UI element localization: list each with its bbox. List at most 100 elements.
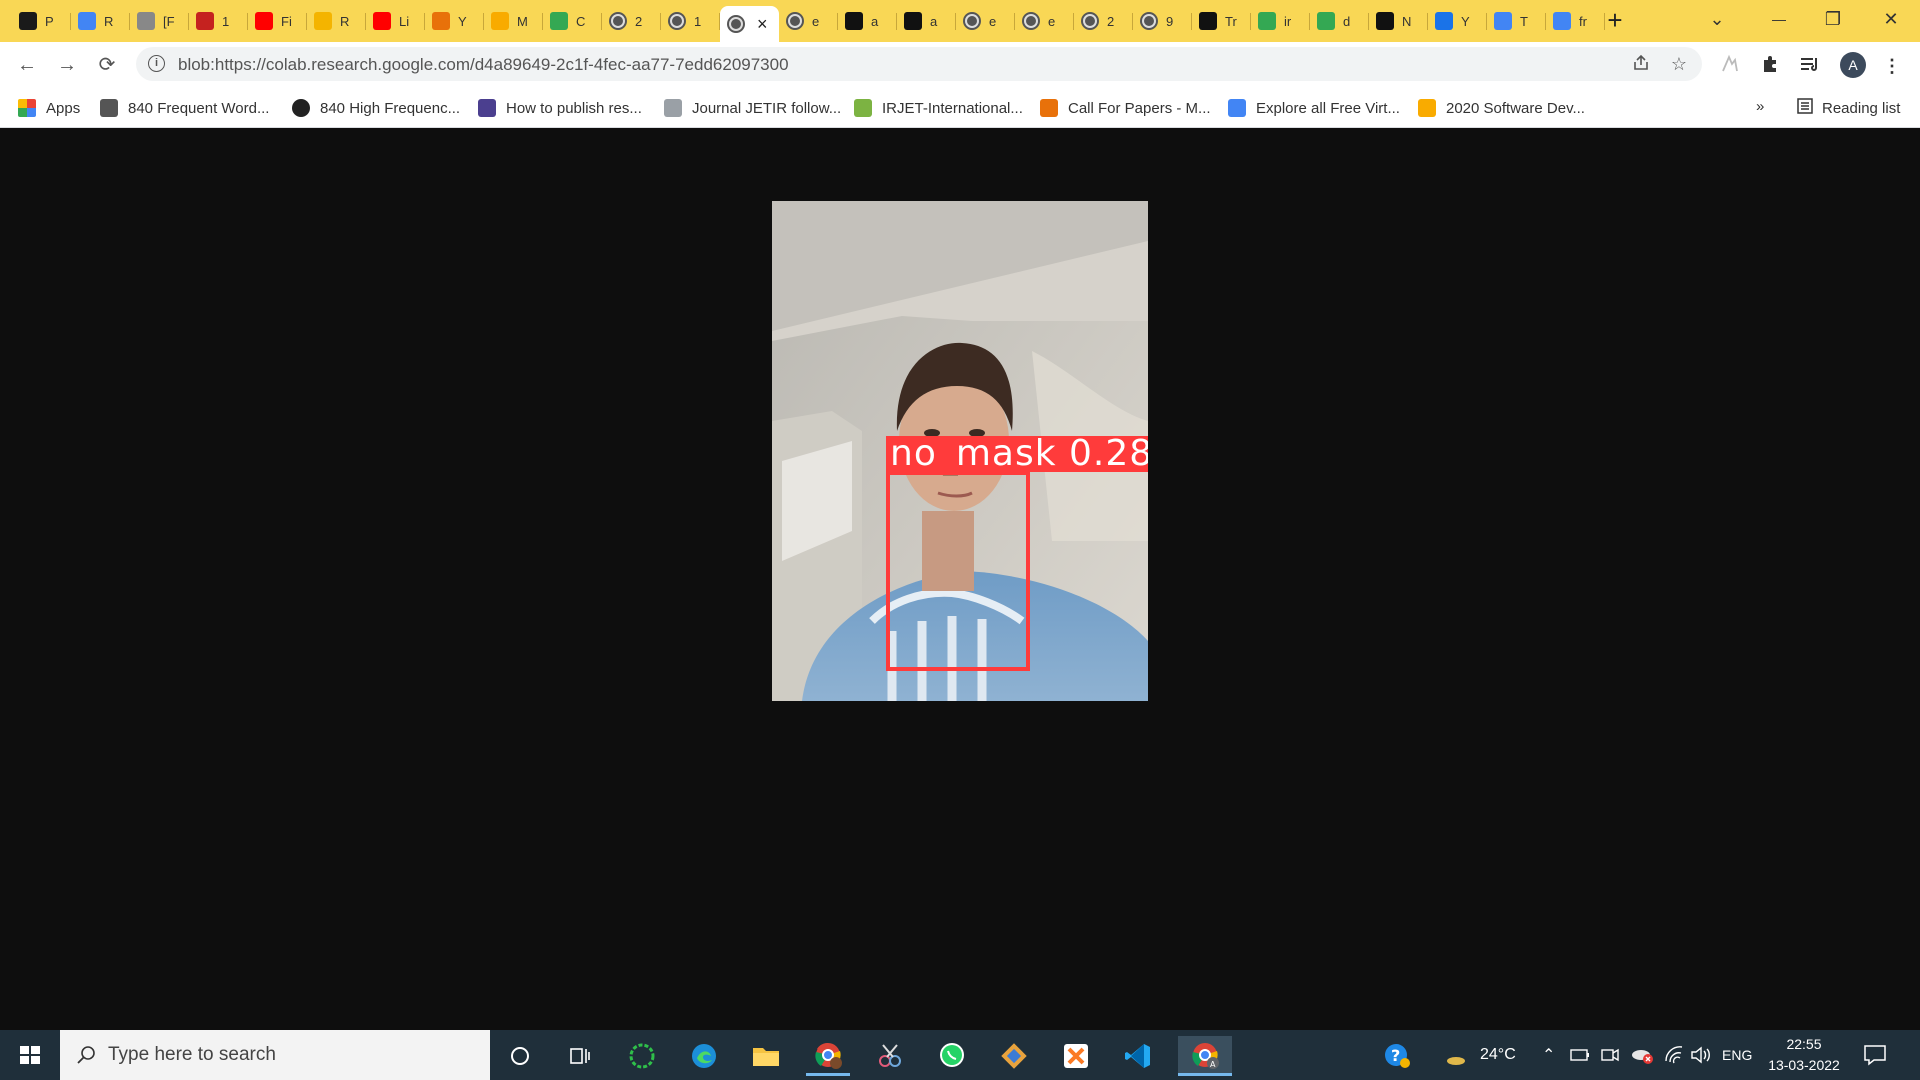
tab-title: Li [399,13,410,29]
browser-tab[interactable]: R [71,6,130,36]
browser-tab[interactable]: Tr [1192,6,1251,36]
browser-tab[interactable]: P [12,6,71,36]
help-tray-icon[interactable]: ? [1382,1030,1412,1080]
forward-button[interactable]: → [52,50,82,80]
tab-title: C [576,13,586,29]
browser-tab[interactable]: [F [130,6,189,36]
reader-icon[interactable] [1718,54,1742,78]
tab-title: a [930,13,938,29]
cortana-button[interactable] [498,1036,542,1076]
reload-button[interactable]: ⟳ [92,50,122,80]
taskbar-app-whatsapp[interactable] [930,1036,974,1076]
browser-tab[interactable]: 1 [189,6,248,36]
minimize-button[interactable]: — [1756,0,1802,40]
weather-widget[interactable]: 24°C [1444,1030,1516,1080]
whatsapp-icon [940,1043,964,1067]
browser-tab[interactable]: e [1015,6,1074,36]
browser-tab[interactable]: 2 [1074,6,1133,36]
browser-tab[interactable]: R [307,6,366,36]
taskbar-clock[interactable]: 22:55 13-03-2022 [1762,1034,1846,1076]
bookmark-label: How to publish res... [506,99,642,117]
browser-tab[interactable]: Y [1428,6,1487,36]
menu-kebab-icon[interactable]: ⋮ [1880,54,1904,78]
taskbar-app-sync[interactable] [620,1036,664,1076]
onedrive-error-icon[interactable] [1630,1030,1654,1080]
browser-tab[interactable]: d [1310,6,1369,36]
green-ring-icon [629,1043,655,1069]
notification-center-icon[interactable] [1862,1042,1888,1068]
url-text[interactable]: blob:https://colab.research.google.com/d… [178,55,789,75]
back-button[interactable]: ← [12,50,42,80]
bookmark-item[interactable]: 2020 Software Dev... [1418,96,1585,120]
bookmark-item[interactable]: How to publish res... [478,96,642,120]
bookmark-item[interactable]: 840 Frequent Word... [100,96,269,120]
taskbar-app-file-explorer[interactable] [744,1036,788,1076]
taskbar-app-chrome-profile[interactable] [806,1036,850,1076]
new-tab-button[interactable]: + [1600,6,1630,36]
irjet-icon [854,99,872,117]
browser-tab[interactable]: Li [366,6,425,36]
extensions-puzzle-icon[interactable] [1758,54,1782,78]
bookmark-item[interactable]: Apps [18,96,80,120]
language-indicator[interactable]: ENG [1722,1030,1752,1080]
profile-avatar[interactable]: A [1840,52,1866,78]
close-window-button[interactable]: ✕ [1868,0,1914,40]
meet-now-icon[interactable] [1600,1030,1620,1080]
media-control-icon[interactable] [1798,54,1822,78]
battery-icon[interactable] [1570,1030,1590,1080]
close-tab-icon[interactable]: × [757,14,768,35]
browser-tab[interactable]: ir [1251,6,1310,36]
browser-tab[interactable]: 2 [602,6,661,36]
browser-tab[interactable]: Y [425,6,484,36]
pdf-icon [196,12,214,30]
taskbar-app-snip[interactable] [868,1036,912,1076]
browser-tab[interactable]: N [1369,6,1428,36]
browser-tab[interactable]: 9 [1133,6,1192,36]
taskbar-app-chrome-active[interactable]: A [1178,1036,1232,1076]
bookmarks-overflow-button[interactable]: » [1756,98,1764,115]
tab-search-button[interactable]: ⌄ [1694,0,1740,40]
browser-tab[interactable]: a [838,6,897,36]
share-icon[interactable] [1630,53,1652,75]
dots-icon [478,99,496,117]
taskbar-app-edge[interactable] [682,1036,726,1076]
wifi-icon[interactable] [1664,1030,1684,1080]
browser-tab[interactable]: C [543,6,602,36]
tab-title: T [1520,13,1528,29]
browser-toolbar: ← → ⟳ i blob:https://colab.research.goog… [0,42,1920,88]
browser-tab[interactable]: × [720,6,779,42]
start-button[interactable] [0,1030,60,1080]
bookmark-item[interactable]: IRJET-International... [854,96,1023,120]
browser-tab[interactable]: T [1487,6,1546,36]
browser-tab[interactable]: e [956,6,1015,36]
bookmark-item[interactable]: 840 High Frequenc... [292,96,460,120]
bookmark-label: 840 Frequent Word... [128,99,270,117]
bookmark-item[interactable]: Explore all Free Virt... [1228,96,1400,120]
taskbar-app-vscode[interactable] [1116,1036,1160,1076]
tab-title: [F [163,13,175,29]
volume-icon[interactable] [1690,1030,1712,1080]
taskbar-app-git[interactable] [992,1036,1036,1076]
bookmark-item[interactable]: Call For Papers - M... [1040,96,1211,120]
vscode-icon [1125,1044,1150,1068]
address-bar[interactable]: i blob:https://colab.research.google.com… [136,47,1702,81]
taskbar-app-xampp[interactable] [1054,1036,1098,1076]
bookmark-item[interactable]: Journal JETIR follow... [664,96,841,120]
browser-tab[interactable]: 1 [661,6,720,36]
browser-tab[interactable]: Fi [248,6,307,36]
browser-tab[interactable]: e [779,6,838,36]
show-hidden-icons-chevron-icon[interactable]: ⌃ [1542,1030,1555,1080]
reading-list-button[interactable]: Reading list [1796,96,1900,120]
task-view-button[interactable] [558,1036,602,1076]
colab-icon [491,12,509,30]
bookmark-star-icon[interactable]: ☆ [1668,53,1690,75]
browser-tab[interactable]: a [897,6,956,36]
github-icon [904,12,922,30]
taskbar-search-box[interactable]: Type here to search [60,1030,490,1080]
restore-button[interactable]: ❐ [1810,0,1856,40]
browser-tab[interactable]: M [484,6,543,36]
colab-icon [432,12,450,30]
site-info-icon[interactable]: i [148,55,165,72]
browser-tab[interactable]: fr [1546,6,1605,36]
detection-label: no_mask 0.28 [886,436,1148,472]
